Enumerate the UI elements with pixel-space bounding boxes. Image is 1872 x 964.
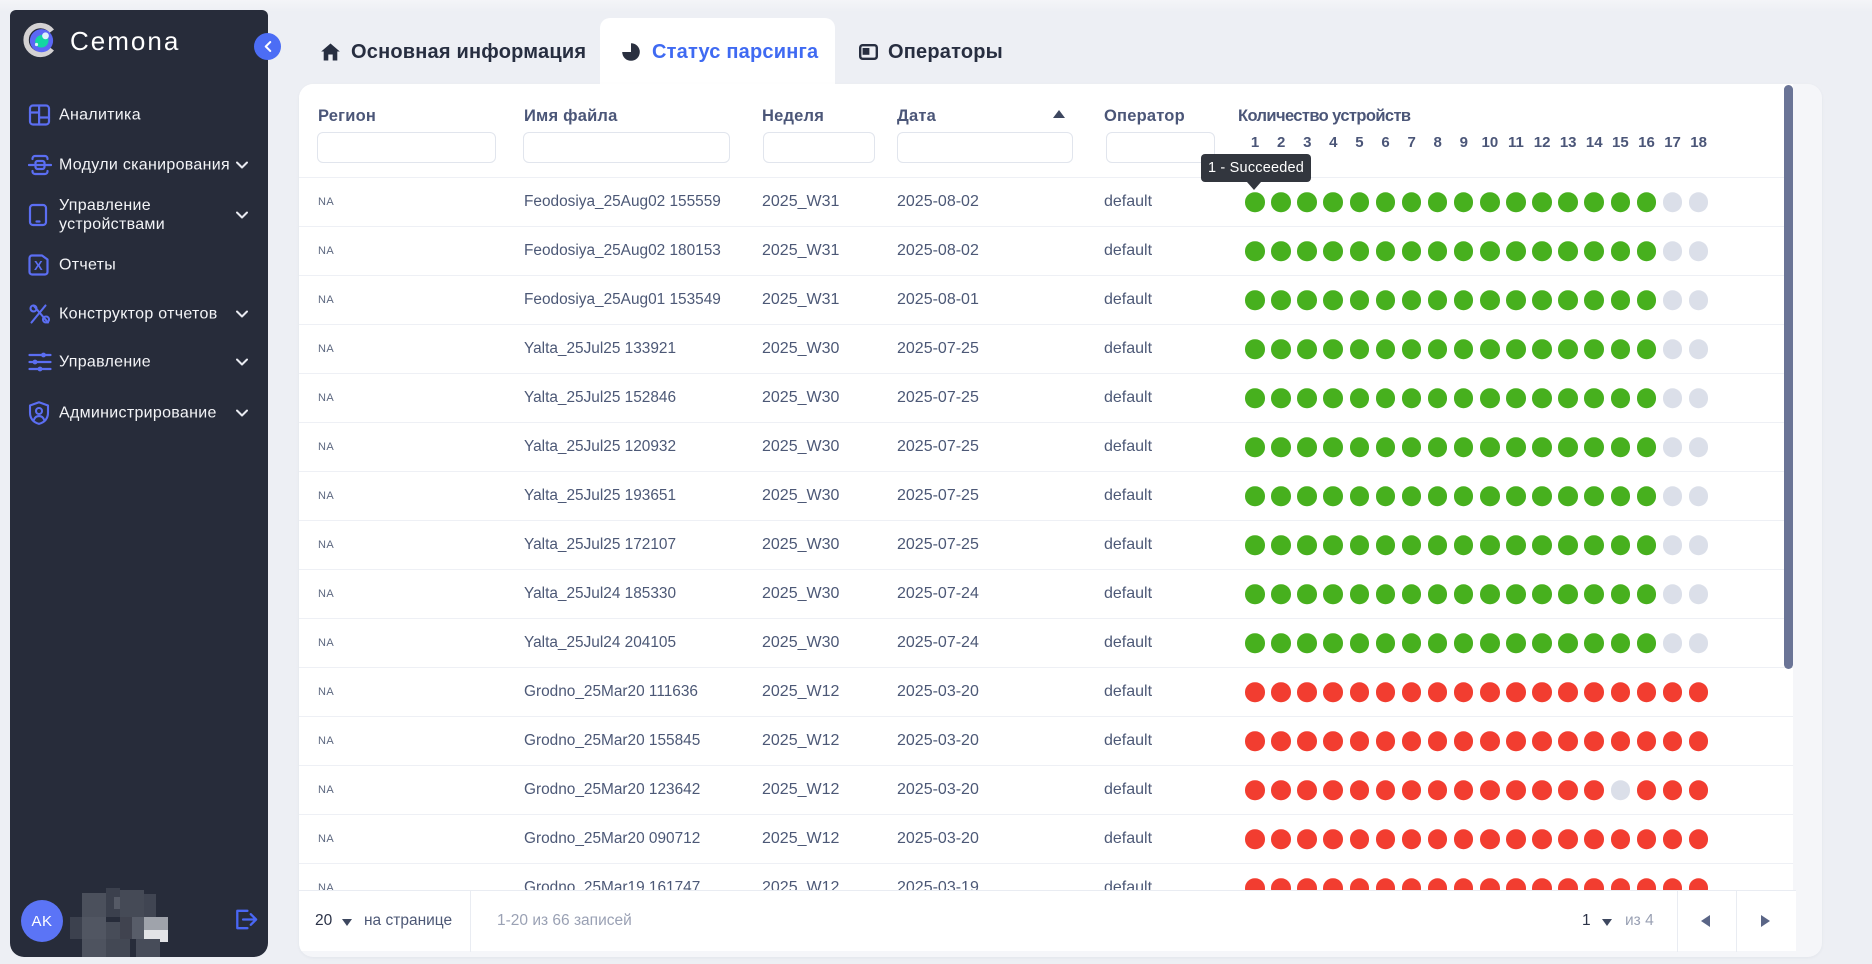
svg-text:X: X <box>34 258 43 273</box>
